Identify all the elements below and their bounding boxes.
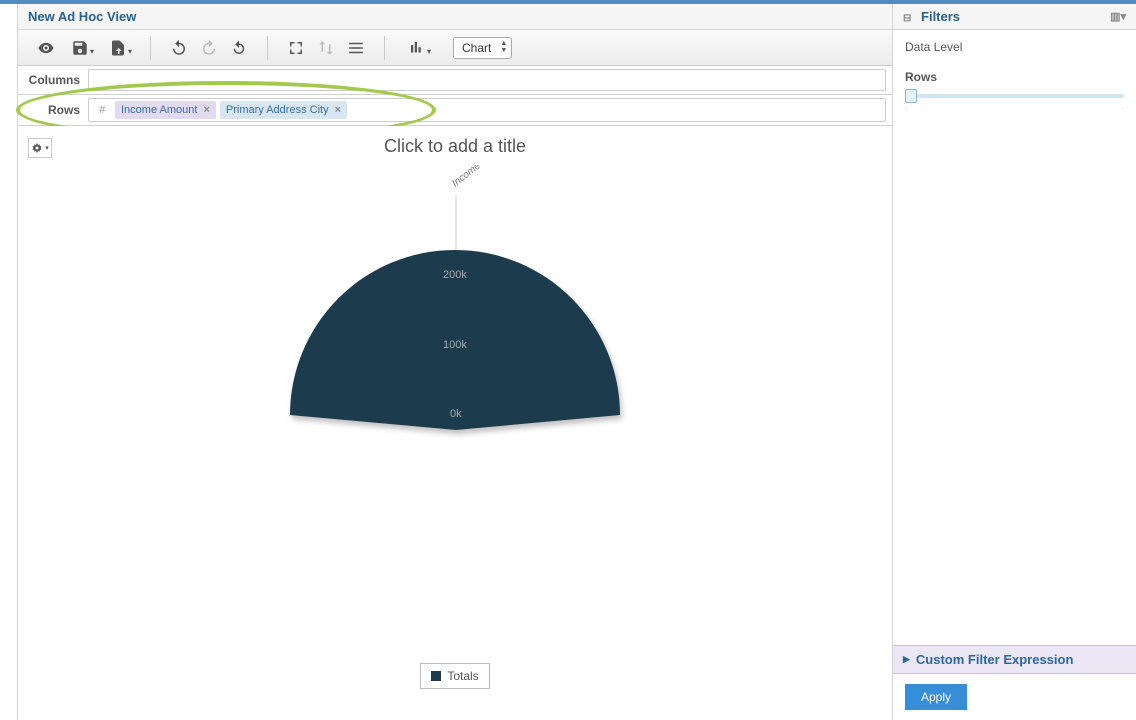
columns-dropzone[interactable] [88, 69, 886, 91]
rows-zone: Rows # Income Amount × Primary Address C… [18, 95, 892, 126]
view-title: New Ad Hoc View [28, 9, 136, 24]
remove-pill-icon[interactable]: × [335, 104, 341, 116]
apply-button[interactable]: Apply [905, 684, 967, 710]
chart-canvas: ▾ Click to add a title Income 200k 100k … [18, 126, 892, 720]
chart-type-icon[interactable]: ▾ [399, 34, 435, 62]
pill-income-amount[interactable]: Income Amount × [115, 101, 216, 119]
custom-filter-toggle[interactable]: ▶ Custom Filter Expression [893, 645, 1136, 674]
columns-label: Columns [18, 73, 88, 87]
filters-header: ⊟ Filters ▥▾ [893, 4, 1136, 30]
preview-icon[interactable] [32, 34, 60, 62]
filters-rows-label: Rows [893, 70, 1136, 84]
chart-options-button[interactable]: ▾ [28, 138, 52, 158]
tick-0k: 0k [450, 408, 462, 420]
view-title-bar: New Ad Hoc View [18, 4, 892, 30]
measure-marker: # [93, 101, 111, 119]
rows-label: Rows [18, 103, 88, 117]
view-mode-value: Chart [462, 41, 491, 55]
save-icon[interactable]: ▾ [62, 34, 98, 62]
gear-icon [31, 142, 43, 154]
remove-pill-icon[interactable]: × [203, 104, 209, 116]
rows-slider-thumb[interactable] [905, 89, 917, 103]
pill-primary-address-city[interactable]: Primary Address City × [220, 101, 347, 119]
legend-swatch [431, 671, 441, 681]
axis-label: Income [450, 165, 483, 189]
view-mode-select[interactable]: Chart ▲▼ [453, 37, 512, 59]
slider-ticks: · · [905, 104, 1124, 113]
columns-zone: Columns [18, 66, 892, 95]
filters-menu-icon[interactable]: ▥▾ [1110, 10, 1126, 23]
pill-label: Income Amount [121, 104, 197, 116]
legend-item-totals[interactable]: Totals [420, 663, 489, 689]
list-icon[interactable] [342, 34, 370, 62]
pivot-icon[interactable] [282, 34, 310, 62]
rows-slider[interactable] [905, 94, 1124, 98]
sort-icon [312, 34, 340, 62]
export-icon[interactable]: ▾ [100, 34, 136, 62]
rows-dropzone[interactable]: # Income Amount × Primary Address City × [88, 98, 886, 122]
tick-200k: 200k [443, 269, 467, 281]
reset-icon[interactable] [225, 34, 253, 62]
filters-title: Filters [921, 9, 960, 24]
pill-label: Primary Address City [226, 104, 329, 116]
chevron-right-icon: ▶ [903, 654, 910, 665]
left-collapsed-panel [0, 4, 18, 720]
toolbar: ▾ ▾ [18, 30, 892, 66]
tick-100k: 100k [443, 339, 467, 351]
chart-svg: Income 200k 100k 0k [245, 165, 665, 445]
legend-label: Totals [447, 669, 478, 683]
custom-filter-label: Custom Filter Expression [916, 652, 1073, 667]
chart-legend: Totals [18, 663, 892, 689]
redo-icon [195, 34, 223, 62]
undo-icon[interactable] [165, 34, 193, 62]
collapse-icon[interactable]: ⊟ [903, 13, 911, 24]
data-level-label: Data Level [893, 30, 1136, 64]
chart-title-placeholder[interactable]: Click to add a title [18, 136, 892, 157]
